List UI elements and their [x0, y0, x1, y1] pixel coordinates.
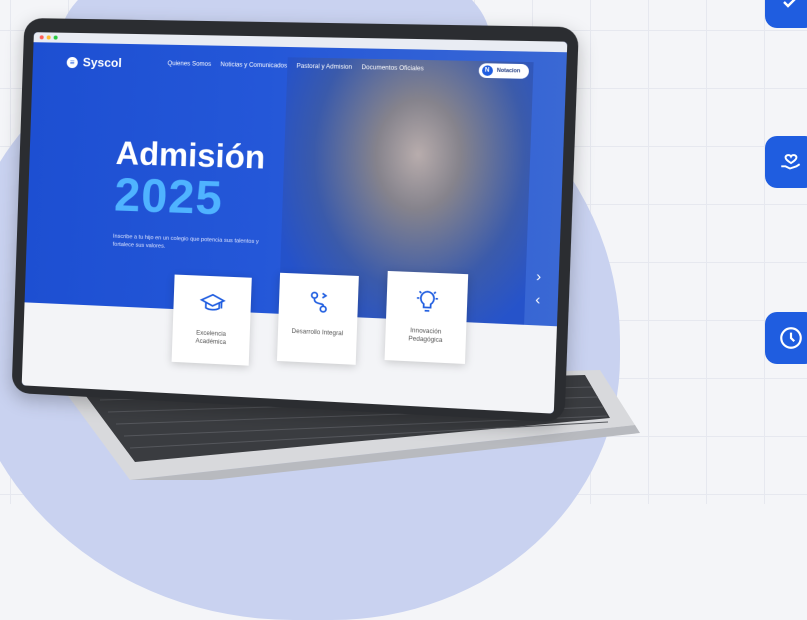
feature-card-excelencia[interactable]: Excelencia Académica [171, 274, 252, 366]
hand-heart-icon [781, 154, 801, 170]
minimize-window-icon[interactable] [46, 35, 51, 40]
growth-path-icon [304, 288, 332, 316]
check-badge-icon [783, 0, 796, 8]
notacion-button[interactable]: N Notacion [478, 63, 530, 79]
clock-icon [780, 327, 802, 349]
graduation-cap-icon [198, 290, 226, 318]
maximize-window-icon[interactable] [53, 35, 58, 40]
feature-label: Innovación Pedagógica [408, 328, 443, 344]
side-feature-icon-bottom[interactable] [765, 312, 807, 364]
nav-link-quienes-somos[interactable]: Quienes Somos [167, 61, 211, 68]
laptop-screen: ≡ Syscol Quienes Somos Noticias y Comuni… [11, 17, 579, 423]
lightbulb-icon [412, 287, 441, 315]
nav-link-pastoral[interactable]: Pastoral y Admision [296, 64, 352, 71]
close-window-icon[interactable] [39, 35, 44, 40]
nav-links: Quienes Somos Noticias y Comunicados Pas… [167, 61, 423, 72]
carousel-next-icon[interactable]: › [536, 264, 542, 287]
nav-link-documentos[interactable]: Documentos Oficiales [361, 65, 423, 73]
feature-card-desarrollo[interactable]: Desarrollo Integral [276, 272, 359, 365]
browser-window: ≡ Syscol Quienes Somos Noticias y Comuni… [21, 32, 568, 414]
logo-mark-icon: ≡ [66, 56, 78, 68]
notacion-icon: N [481, 65, 493, 76]
feature-label: Excelencia Académica [195, 330, 227, 346]
site-logo[interactable]: ≡ Syscol [66, 55, 122, 71]
side-feature-icon-middle[interactable] [765, 136, 807, 188]
side-feature-icon-top[interactable] [765, 0, 807, 28]
feature-label: Desarrollo Integral [291, 328, 344, 338]
logo-text: Syscol [82, 55, 122, 71]
carousel-prev-icon[interactable]: ‹ [535, 287, 541, 310]
notacion-label: Notacion [496, 67, 521, 75]
hero-year: 2025 [113, 168, 224, 225]
feature-card-innovacion[interactable]: Innovación Pedagógica [384, 270, 469, 364]
nav-link-noticias[interactable]: Noticias y Comunicados [220, 62, 287, 70]
